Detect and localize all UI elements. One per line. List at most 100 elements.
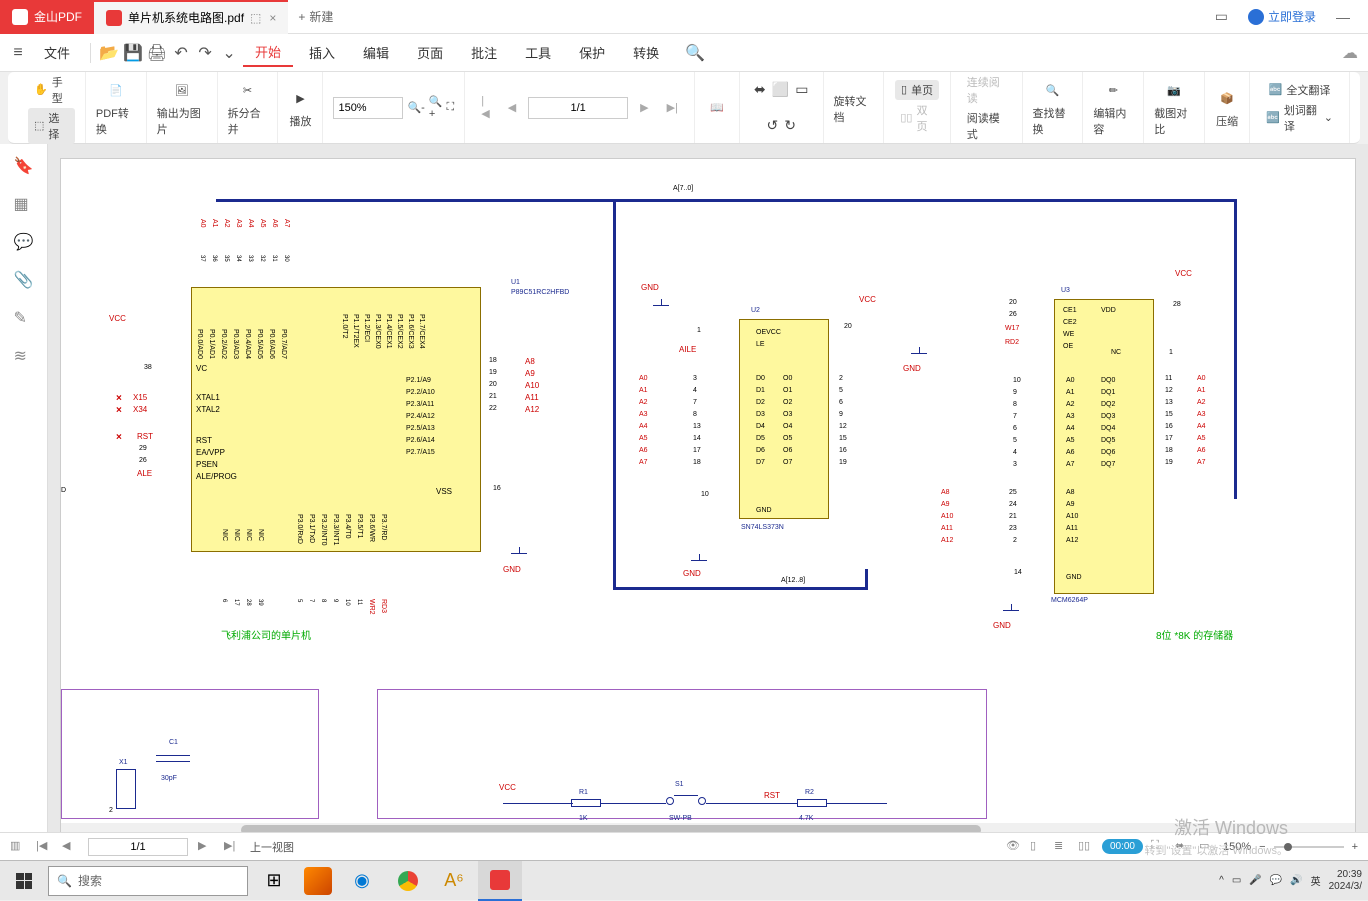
- read-mode-button[interactable]: 阅读模式: [961, 108, 1012, 144]
- edit-content-label[interactable]: 编辑内容: [1093, 105, 1133, 137]
- view-single-icon[interactable]: ▯: [1030, 839, 1046, 855]
- tray-chevron-icon[interactable]: ^: [1219, 875, 1224, 886]
- split-merge-label[interactable]: 拆分合并: [228, 105, 268, 137]
- print-icon[interactable]: 🖨: [147, 43, 167, 63]
- attachment-icon[interactable]: 📎: [14, 270, 34, 290]
- cloud-icon[interactable]: ☁: [1340, 43, 1360, 63]
- export-img-label[interactable]: 输出为图片: [157, 105, 207, 137]
- start-button[interactable]: [0, 861, 48, 901]
- zoom-in-status[interactable]: +: [1352, 841, 1358, 853]
- tab-convert[interactable]: 转换: [621, 39, 671, 66]
- tab-pin-icon[interactable]: ⬚: [250, 11, 261, 25]
- tray-mic-icon[interactable]: 🎤: [1249, 875, 1261, 886]
- compress-label[interactable]: 压缩: [1216, 113, 1238, 129]
- export-img-icon[interactable]: 🖼: [170, 79, 194, 103]
- tray-volume-icon[interactable]: 🔊: [1290, 875, 1302, 886]
- rotate-label[interactable]: 旋转文档: [834, 93, 874, 125]
- device-icon[interactable]: ▭: [1209, 8, 1234, 25]
- word-translate-button[interactable]: 🔤 划词翻译 ⌄: [1260, 100, 1339, 136]
- taskbar-app-1[interactable]: [304, 867, 332, 895]
- rotate-left-icon[interactable]: ↺: [766, 117, 778, 134]
- convert-label[interactable]: PDF转换: [96, 105, 136, 137]
- last-page-button[interactable]: ▶|: [661, 99, 684, 116]
- dual-page-button[interactable]: ▯▯ 双页: [894, 100, 939, 136]
- find-label[interactable]: 查找替换: [1033, 105, 1073, 137]
- last-page-status-icon[interactable]: ▶|: [224, 839, 240, 855]
- zoom-select[interactable]: [333, 97, 403, 119]
- task-view-icon[interactable]: ⊞: [252, 861, 296, 901]
- redo-icon[interactable]: ↷: [195, 43, 215, 63]
- play-icon[interactable]: ▶: [288, 87, 312, 111]
- tray-notification-icon[interactable]: 💬: [1270, 875, 1282, 886]
- convert-icon[interactable]: 📄: [104, 79, 128, 103]
- first-page-status-icon[interactable]: |◀: [36, 839, 52, 855]
- prev-page-status-icon[interactable]: ◀: [62, 839, 78, 855]
- tab-annotate[interactable]: 批注: [459, 39, 509, 66]
- open-icon[interactable]: 📂: [99, 43, 119, 63]
- taskbar-app-2[interactable]: A⁶: [432, 861, 476, 901]
- sidebar-toggle-icon[interactable]: ▥: [10, 839, 26, 855]
- rec-badge[interactable]: 00:00: [1102, 839, 1143, 854]
- signature-icon[interactable]: ✎: [14, 308, 34, 328]
- compress-icon[interactable]: 📦: [1215, 87, 1239, 111]
- taskbar-search[interactable]: 🔍 搜索: [48, 866, 248, 896]
- tab-protect[interactable]: 保护: [567, 39, 617, 66]
- new-tab-button[interactable]: + 新建: [288, 8, 343, 25]
- book-icon[interactable]: 📖: [705, 96, 729, 120]
- single-page-button[interactable]: ▯ 单页: [895, 80, 939, 100]
- login-button[interactable]: 立即登录: [1248, 8, 1316, 25]
- taskbar-chrome[interactable]: [386, 861, 430, 901]
- edit-content-icon[interactable]: ✏: [1101, 79, 1125, 103]
- tray-clock[interactable]: 20:39 2024/3/: [1329, 869, 1362, 893]
- page-status-input[interactable]: [88, 838, 188, 856]
- close-tab-icon[interactable]: ×: [269, 11, 276, 25]
- rotate-right-icon[interactable]: ↻: [784, 117, 796, 134]
- h-scrollbar[interactable]: [61, 823, 1355, 832]
- find-icon[interactable]: 🔍: [1040, 79, 1064, 103]
- menu-icon[interactable]: ≡: [8, 43, 28, 63]
- split-merge-icon[interactable]: ✂: [236, 79, 260, 103]
- search-icon[interactable]: 🔍: [685, 43, 705, 63]
- tab-tools[interactable]: 工具: [513, 39, 563, 66]
- fit-width-icon[interactable]: ⬌: [754, 81, 766, 98]
- zoom-out-icon[interactable]: 🔍-: [407, 101, 424, 114]
- view-dual-icon[interactable]: ▯▯: [1078, 839, 1094, 855]
- tab-page[interactable]: 页面: [405, 39, 455, 66]
- comment-icon[interactable]: 💬: [14, 232, 34, 252]
- translate-button[interactable]: 🔤 全文翻译: [1263, 80, 1337, 100]
- compare-label[interactable]: 截图对比: [1154, 105, 1194, 137]
- taskbar-edge[interactable]: ◉: [340, 861, 384, 901]
- tray-battery-icon[interactable]: ▭: [1232, 875, 1241, 886]
- tab-insert[interactable]: 插入: [297, 39, 347, 66]
- zoom-in-icon[interactable]: 🔍+: [429, 95, 443, 120]
- continuous-button[interactable]: 连续阅读: [961, 72, 1012, 108]
- minimize-button[interactable]: —: [1330, 9, 1356, 25]
- file-menu[interactable]: 文件: [32, 39, 82, 66]
- fit-page-icon[interactable]: ⬜: [772, 81, 789, 98]
- play-label[interactable]: 播放: [289, 113, 311, 129]
- next-page-button[interactable]: ▶: [634, 99, 654, 116]
- select-tool-button[interactable]: ⬚ 选择: [28, 108, 75, 144]
- document-tab[interactable]: 单片机系统电路图.pdf ⬚ ×: [94, 0, 288, 34]
- tray-ime[interactable]: 英: [1311, 873, 1321, 888]
- dropdown-icon[interactable]: ⌄: [219, 43, 239, 63]
- prev-view-label[interactable]: 上一视图: [250, 839, 294, 855]
- layers-icon[interactable]: ≋: [14, 346, 34, 366]
- undo-icon[interactable]: ↶: [171, 43, 191, 63]
- tab-start[interactable]: 开始: [243, 38, 293, 67]
- thumbnail-icon[interactable]: ▦: [14, 194, 34, 214]
- tab-edit[interactable]: 编辑: [351, 39, 401, 66]
- bookmark-icon[interactable]: 🔖: [14, 156, 34, 176]
- hand-tool-button[interactable]: ✋ 手型: [28, 72, 75, 108]
- view-continuous-icon[interactable]: ≣: [1054, 839, 1070, 855]
- eye-icon[interactable]: 👁: [1006, 839, 1022, 855]
- next-page-status-icon[interactable]: ▶: [198, 839, 214, 855]
- prev-page-button[interactable]: ◀: [502, 99, 522, 116]
- canvas-area[interactable]: A[7..0] A[12..8] U1 P89C51RC2HFBD 飞利浦公司的…: [48, 144, 1368, 832]
- taskbar-pdf-app[interactable]: [478, 861, 522, 901]
- actual-size-icon[interactable]: ▭: [795, 81, 808, 98]
- save-icon[interactable]: 💾: [123, 43, 143, 63]
- compare-icon[interactable]: 📷: [1162, 79, 1186, 103]
- fit-icon[interactable]: ⛶: [447, 101, 455, 114]
- first-page-button[interactable]: |◀: [475, 93, 495, 122]
